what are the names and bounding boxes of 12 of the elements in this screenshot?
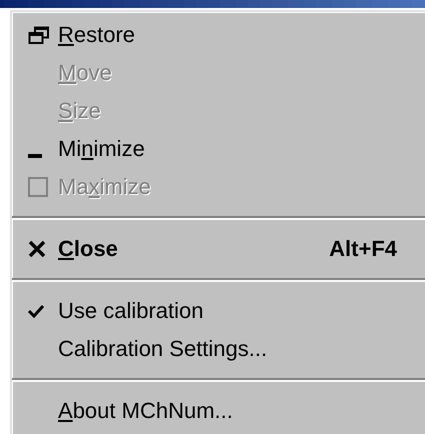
menu-item[interactable]: Calibration Settings... — [12, 330, 425, 368]
menu-item[interactable]: Minimize — [12, 130, 425, 168]
menu-item[interactable]: Restore — [12, 16, 425, 54]
menu-item[interactable]: About MChNum... — [12, 392, 425, 430]
close-icon — [28, 240, 46, 258]
shortcut-label: Alt+F4 — [329, 236, 397, 262]
checkmark-icon — [28, 304, 44, 318]
restore-icon — [28, 26, 50, 44]
maximize-icon — [28, 177, 48, 197]
menu-item[interactable]: Close Alt+F4 — [12, 230, 425, 268]
menu-item[interactable]: Use calibration — [12, 292, 425, 330]
minimize-icon — [28, 154, 42, 158]
